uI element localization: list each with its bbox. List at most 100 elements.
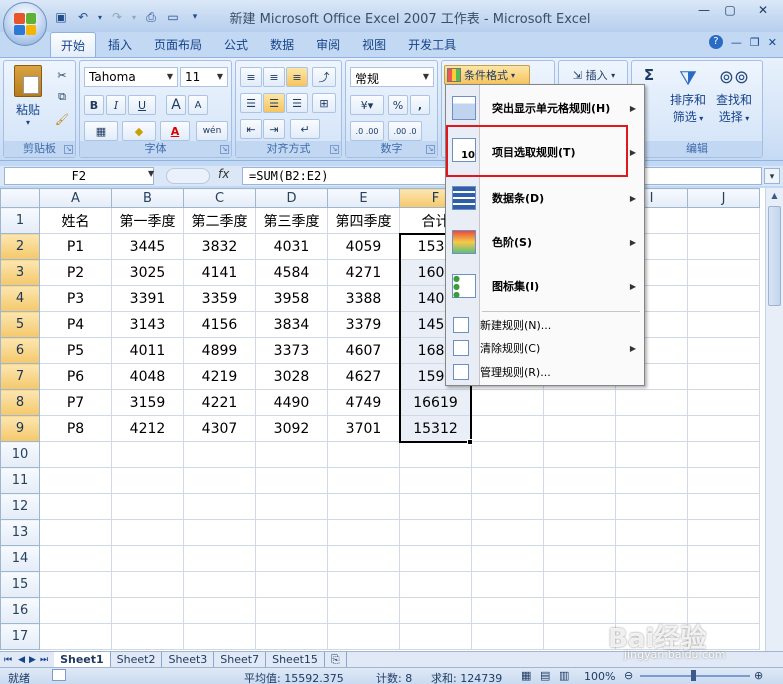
menu-item-manage-rules[interactable]: 管理规则(R)... bbox=[446, 361, 644, 383]
cell[interactable] bbox=[183, 441, 256, 468]
cell[interactable] bbox=[255, 571, 328, 598]
cell[interactable] bbox=[543, 441, 616, 468]
cell[interactable] bbox=[687, 259, 760, 286]
cell[interactable]: 3028 bbox=[255, 363, 328, 390]
cell[interactable]: P2 bbox=[39, 259, 112, 286]
macro-record-icon[interactable] bbox=[52, 669, 66, 681]
minimize-icon[interactable]: — bbox=[691, 0, 717, 20]
redo-dropdown-icon[interactable]: ▾ bbox=[130, 8, 138, 26]
cell[interactable] bbox=[615, 415, 688, 442]
alignment-launcher-icon[interactable]: ↘ bbox=[330, 145, 339, 154]
cell[interactable]: P7 bbox=[39, 389, 112, 416]
grow-font-button[interactable]: A bbox=[166, 95, 186, 115]
cell[interactable] bbox=[687, 571, 760, 598]
tab-developer[interactable]: 开发工具 bbox=[398, 32, 466, 57]
cell[interactable] bbox=[543, 467, 616, 494]
phonetic-button[interactable]: wén bbox=[196, 121, 228, 141]
cell[interactable] bbox=[615, 571, 688, 598]
clipboard-launcher-icon[interactable]: ↘ bbox=[64, 145, 73, 154]
cell[interactable]: 3834 bbox=[255, 311, 328, 338]
cell[interactable] bbox=[615, 441, 688, 468]
tab-review[interactable]: 审阅 bbox=[306, 32, 350, 57]
orientation-icon[interactable]: ⤴ bbox=[312, 67, 336, 87]
bold-button[interactable]: B bbox=[84, 95, 104, 115]
cell[interactable] bbox=[111, 545, 184, 572]
cell[interactable] bbox=[399, 519, 472, 546]
sort-filter-button[interactable]: ⧩ 排序和 筛选 ▾ bbox=[666, 65, 710, 125]
cell[interactable] bbox=[111, 519, 184, 546]
cell[interactable]: 4307 bbox=[183, 415, 256, 442]
cell[interactable] bbox=[39, 467, 112, 494]
cell[interactable]: 3025 bbox=[111, 259, 184, 286]
format-painter-icon[interactable]: 🖌 bbox=[52, 109, 72, 129]
cell[interactable] bbox=[255, 545, 328, 572]
menu-item-new-rule[interactable]: 新建规则(N)... bbox=[446, 314, 644, 336]
align-top-icon[interactable]: ≡ bbox=[240, 67, 262, 87]
print-preview-icon[interactable]: ⎙ bbox=[142, 8, 160, 26]
cell[interactable] bbox=[183, 493, 256, 520]
cell[interactable] bbox=[183, 623, 256, 650]
row-header[interactable]: 2 bbox=[0, 233, 40, 260]
cell[interactable]: 第三季度 bbox=[255, 207, 328, 234]
cell[interactable]: P5 bbox=[39, 337, 112, 364]
cell[interactable] bbox=[399, 571, 472, 598]
cell[interactable] bbox=[687, 311, 760, 338]
font-launcher-icon[interactable]: ↘ bbox=[220, 145, 229, 154]
cell[interactable] bbox=[183, 467, 256, 494]
cell[interactable] bbox=[399, 467, 472, 494]
cell[interactable]: 3701 bbox=[327, 415, 400, 442]
align-left-icon[interactable]: ☰ bbox=[240, 93, 262, 113]
menu-item-highlight-rules[interactable]: 突出显示单元格规则(H) ▶ bbox=[446, 89, 644, 127]
decrease-decimal-button[interactable]: .00 .0 bbox=[388, 121, 422, 141]
column-header[interactable]: E bbox=[327, 188, 400, 208]
cell[interactable]: 4490 bbox=[255, 389, 328, 416]
cell[interactable]: 姓名 bbox=[39, 207, 112, 234]
expand-formula-bar-icon[interactable]: ▾ bbox=[764, 168, 780, 184]
cell[interactable]: P4 bbox=[39, 311, 112, 338]
cell[interactable] bbox=[399, 623, 472, 650]
row-header[interactable]: 11 bbox=[0, 467, 40, 494]
cell[interactable]: 3359 bbox=[183, 285, 256, 312]
cell[interactable] bbox=[687, 337, 760, 364]
cell[interactable] bbox=[543, 571, 616, 598]
name-box[interactable]: F2 bbox=[4, 167, 154, 185]
workbook-close-icon[interactable]: ✕ bbox=[768, 36, 777, 49]
zoom-slider-thumb[interactable] bbox=[691, 670, 696, 681]
cell[interactable] bbox=[687, 415, 760, 442]
undo-dropdown-icon[interactable]: ▾ bbox=[96, 8, 104, 26]
row-header[interactable]: 15 bbox=[0, 571, 40, 598]
cell[interactable]: 3373 bbox=[255, 337, 328, 364]
cell[interactable] bbox=[111, 493, 184, 520]
cell[interactable] bbox=[39, 493, 112, 520]
cell[interactable] bbox=[543, 597, 616, 624]
cell[interactable] bbox=[615, 389, 688, 416]
cell[interactable] bbox=[615, 493, 688, 520]
new-document-icon[interactable]: ▭ bbox=[164, 8, 182, 26]
cell[interactable] bbox=[39, 545, 112, 572]
cell[interactable] bbox=[255, 441, 328, 468]
cell[interactable]: 3832 bbox=[183, 233, 256, 260]
cell[interactable] bbox=[687, 207, 760, 234]
cell[interactable]: 第一季度 bbox=[111, 207, 184, 234]
cell[interactable] bbox=[471, 545, 544, 572]
cell[interactable]: 3143 bbox=[111, 311, 184, 338]
increase-decimal-button[interactable]: .0 .00 bbox=[350, 121, 384, 141]
row-header[interactable]: 9 bbox=[0, 415, 40, 442]
cell[interactable] bbox=[687, 519, 760, 546]
next-sheet-icon[interactable]: ▶ bbox=[27, 655, 38, 665]
cell[interactable] bbox=[327, 623, 400, 650]
cell[interactable] bbox=[255, 597, 328, 624]
italic-button[interactable]: I bbox=[106, 95, 126, 115]
decrease-indent-icon[interactable]: ⇤ bbox=[240, 119, 262, 139]
cell[interactable] bbox=[255, 623, 328, 650]
cell[interactable]: P6 bbox=[39, 363, 112, 390]
autosum-button[interactable]: Σ bbox=[636, 65, 662, 85]
formula-bar-splitter[interactable] bbox=[166, 168, 210, 184]
row-header[interactable]: 6 bbox=[0, 337, 40, 364]
page-layout-view-icon[interactable]: ▤ bbox=[540, 669, 550, 682]
cell[interactable]: 3958 bbox=[255, 285, 328, 312]
number-launcher-icon[interactable]: ↘ bbox=[426, 145, 435, 154]
cell[interactable] bbox=[471, 441, 544, 468]
cell[interactable] bbox=[615, 467, 688, 494]
cell[interactable] bbox=[687, 441, 760, 468]
